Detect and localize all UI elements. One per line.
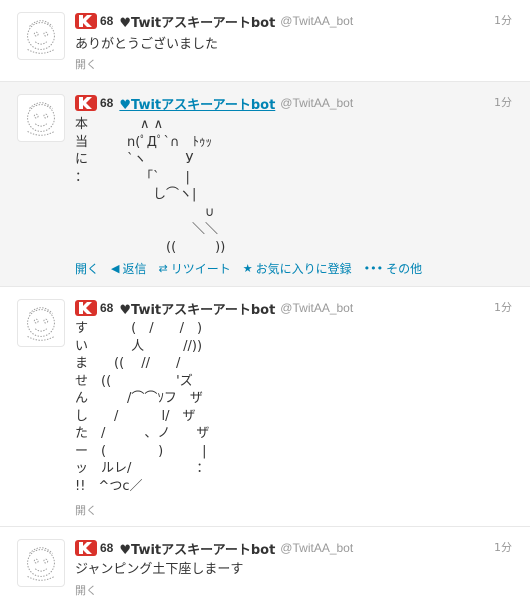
tweet-timestamp[interactable]: 1分 bbox=[494, 94, 512, 110]
timeline: 68 ♥Twitアスキーアートbot @TwitAA_bot 1分 ありがとうご… bbox=[0, 0, 530, 613]
open-link[interactable]: 開く bbox=[75, 260, 99, 277]
more-button[interactable]: ••• その他 bbox=[364, 260, 422, 277]
star-icon: ★ bbox=[242, 262, 253, 275]
reply-button[interactable]: ◀ 返信 bbox=[111, 260, 146, 277]
open-link[interactable]: 開く bbox=[75, 582, 97, 598]
klout-badge-icon bbox=[75, 540, 97, 556]
retweet-icon: ⇄ bbox=[158, 262, 168, 275]
user-fullname[interactable]: ♥Twitアスキーアートbot bbox=[119, 299, 275, 318]
tweet[interactable]: 68 ♥Twitアスキーアートbot @TwitAA_bot 1分 す ( / … bbox=[0, 287, 530, 527]
reply-icon: ◀ bbox=[111, 262, 120, 275]
favorite-button[interactable]: ★ お気に入りに登録 bbox=[243, 260, 352, 277]
user-fullname[interactable]: ♥Twitアスキーアートbot bbox=[119, 12, 275, 31]
tweet-text: 本 ∧ ∧ 当 n(ﾟДﾟ`∩ ﾄｩｯ に `ヽ У ： 「` | し⌒ヽ| ∪… bbox=[75, 117, 226, 255]
tweet-header: 68 ♥Twitアスキーアートbot @TwitAA_bot bbox=[75, 12, 353, 31]
tweet[interactable]: 68 ♥Twitアスキーアートbot @TwitAA_bot 1分 本 ∧ ∧ … bbox=[0, 82, 530, 287]
tweet-actions: 開く ◀ 返信 ⇄ リツイート ★ お気に入りに登録 ••• その他 bbox=[75, 260, 434, 277]
avatar[interactable] bbox=[17, 94, 65, 142]
tweet[interactable]: 68 ♥Twitアスキーアートbot @TwitAA_bot 1分 ありがとうご… bbox=[0, 0, 530, 82]
klout-score: 68 bbox=[100, 14, 114, 28]
tweet-text: ジャンピング土下座しまーす bbox=[75, 562, 244, 577]
user-handle[interactable]: @TwitAA_bot bbox=[280, 96, 353, 110]
klout-badge-icon bbox=[75, 300, 97, 316]
retweet-button[interactable]: ⇄ リツイート bbox=[159, 260, 231, 277]
klout-score: 68 bbox=[100, 301, 114, 315]
tweet-text: す ( / / ) い 人 //)) ま (( // / せ (( 'ズ ん /… bbox=[75, 321, 210, 494]
klout-score: 68 bbox=[100, 541, 114, 555]
avatar[interactable] bbox=[17, 12, 65, 60]
user-handle[interactable]: @TwitAA_bot bbox=[280, 301, 353, 315]
tweet-text: ありがとうございました bbox=[75, 37, 219, 52]
klout-badge-icon bbox=[75, 13, 97, 29]
tweet-header: 68 ♥Twitアスキーアートbot @TwitAA_bot bbox=[75, 94, 353, 113]
user-fullname[interactable]: ♥Twitアスキーアートbot bbox=[119, 539, 275, 558]
klout-score: 68 bbox=[100, 96, 114, 110]
user-fullname[interactable]: ♥Twitアスキーアートbot bbox=[119, 94, 275, 113]
user-handle[interactable]: @TwitAA_bot bbox=[280, 14, 353, 28]
avatar[interactable] bbox=[17, 539, 65, 587]
klout-badge-icon bbox=[75, 95, 97, 111]
tweet-header: 68 ♥Twitアスキーアートbot @TwitAA_bot bbox=[75, 299, 353, 318]
tweet[interactable]: 68 ♥Twitアスキーアートbot @TwitAA_bot 1分 ジャンピング… bbox=[0, 527, 530, 613]
tweet-timestamp[interactable]: 1分 bbox=[494, 539, 512, 555]
tweet-timestamp[interactable]: 1分 bbox=[494, 299, 512, 315]
ascii-face-avatar-icon bbox=[27, 547, 55, 581]
open-link[interactable]: 開く bbox=[75, 56, 97, 72]
user-handle[interactable]: @TwitAA_bot bbox=[280, 541, 353, 555]
avatar[interactable] bbox=[17, 299, 65, 347]
tweet-timestamp[interactable]: 1分 bbox=[494, 12, 512, 28]
ascii-face-avatar-icon bbox=[27, 102, 55, 136]
tweet-header: 68 ♥Twitアスキーアートbot @TwitAA_bot bbox=[75, 539, 353, 558]
open-link[interactable]: 開く bbox=[75, 502, 97, 518]
ascii-face-avatar-icon bbox=[27, 20, 55, 54]
more-dots-icon: ••• bbox=[363, 262, 384, 275]
ascii-face-avatar-icon bbox=[27, 307, 55, 341]
